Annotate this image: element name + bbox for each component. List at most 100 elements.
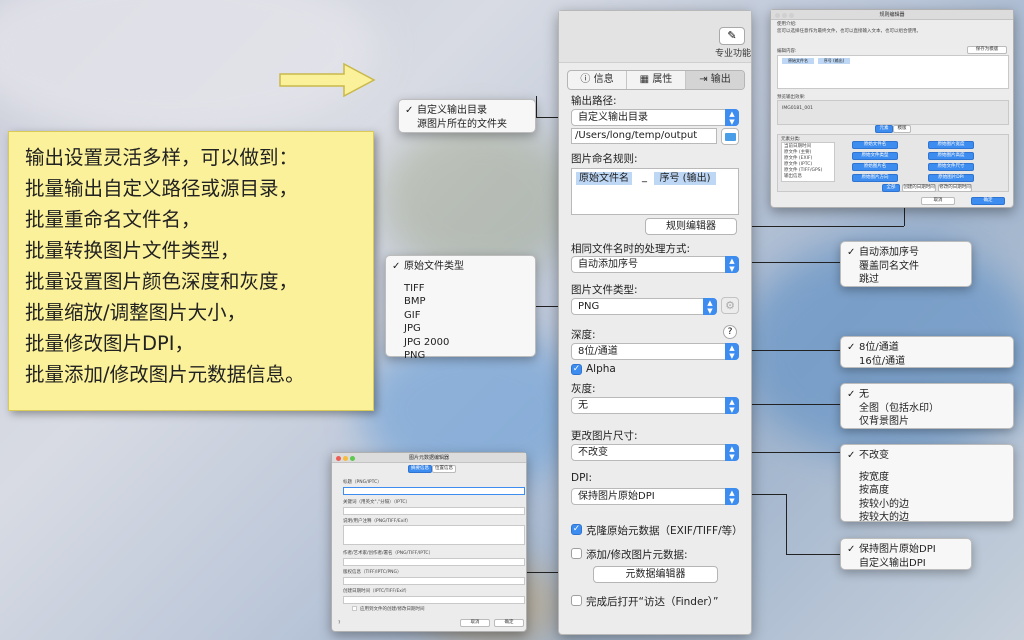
gray-select[interactable]: 无 ▲ ▼ xyxy=(571,397,739,414)
zoom-icon[interactable] xyxy=(789,13,794,18)
element-button[interactable]: 原始文件名 xyxy=(852,141,898,149)
menu-item[interactable]: ✓ 8位/通道 xyxy=(841,341,1013,355)
menu-item[interactable]: 全图（包括水印） xyxy=(841,402,1013,416)
menu-item[interactable]: 按高度 xyxy=(841,484,1013,498)
depth-select[interactable]: 8位/通道 ▲ ▼ xyxy=(571,343,739,360)
menu-item[interactable]: ✓ 自动添加序号 xyxy=(841,246,971,260)
minimize-icon[interactable] xyxy=(343,456,348,461)
author-field[interactable] xyxy=(343,558,525,566)
menu-item[interactable]: 自定义输出DPI xyxy=(841,557,971,571)
category-item[interactable]: 输出信息 xyxy=(784,173,802,179)
menu-item[interactable]: 仅背景图片 xyxy=(841,415,1013,429)
filter-created-button[interactable]: 创建的日期时间 xyxy=(902,184,936,192)
filetype-select[interactable]: PNG ▲ ▼ xyxy=(571,298,717,315)
add-meta-checkbox[interactable] xyxy=(571,548,582,559)
cancel-button[interactable]: 取消 xyxy=(921,197,955,205)
menu-item[interactable]: JPG 2000 xyxy=(386,336,535,350)
output-path-field[interactable]: /Users/long/temp/output xyxy=(571,128,717,144)
tab-summary[interactable]: 摘要信息 xyxy=(408,465,432,473)
cancel-button[interactable]: 取消 xyxy=(460,619,490,627)
title-field[interactable] xyxy=(343,487,525,495)
element-button[interactable]: 原始图片方向 xyxy=(852,174,898,182)
menu-item-label: 原始文件类型 xyxy=(404,261,464,272)
metadata-editor-window: 图片元数据编辑器 摘要信息 位置信息 标题（PNG/IPTC） 关键词（用英文"… xyxy=(331,452,527,632)
menu-item[interactable]: ✓ 原始文件类型 xyxy=(386,260,535,274)
tab-location[interactable]: 位置信息 xyxy=(432,465,456,473)
filter-all-button[interactable]: 全部 xyxy=(882,184,900,192)
close-icon[interactable] xyxy=(336,456,341,461)
menu-item[interactable]: JPG xyxy=(386,322,535,336)
menu-item[interactable]: 16位/通道 xyxy=(841,355,1013,369)
description-field[interactable] xyxy=(343,525,525,545)
pro-features-button[interactable]: ✎ xyxy=(719,27,745,45)
tab-templates[interactable]: 模版 xyxy=(893,125,911,133)
rule-token[interactable]: 原始文件名 xyxy=(576,172,632,185)
menu-item[interactable]: 源图片所在的文件夹 xyxy=(399,118,535,132)
menu-item[interactable]: 按较大的边 xyxy=(841,511,1013,525)
connector-line xyxy=(786,494,787,554)
filetype-value: PNG xyxy=(578,301,600,312)
element-button[interactable]: 原始图片宽度 xyxy=(928,141,974,149)
elements-area: 元素分类: 当前日期时间 原文件 (主要) 原文件 (EXIF) 原文件 (IP… xyxy=(777,134,1009,192)
dpi-select[interactable]: 保持图片原始DPI ▲ ▼ xyxy=(571,488,739,505)
rule-editor-button[interactable]: 规则编辑器 xyxy=(645,218,737,235)
alpha-checkbox[interactable]: ✓ xyxy=(571,364,582,375)
menu-item[interactable]: ✓ 不改变 xyxy=(841,449,1013,463)
minimize-icon[interactable] xyxy=(782,13,787,18)
choose-folder-button[interactable] xyxy=(721,128,739,145)
menu-item[interactable]: 按宽度 xyxy=(841,471,1013,485)
close-icon[interactable] xyxy=(775,13,780,18)
menu-item[interactable]: ✓ 无 xyxy=(841,388,1013,402)
resize-value: 不改变 xyxy=(578,447,608,458)
filetype-settings-button[interactable]: ⚙ xyxy=(721,297,739,314)
menu-item[interactable]: BMP xyxy=(386,295,535,309)
element-button[interactable]: 原始图片高度 xyxy=(928,152,974,160)
open-finder-checkbox[interactable] xyxy=(571,595,582,606)
filter-modified-button[interactable]: 修改的日期时间 xyxy=(938,184,972,192)
connector-line xyxy=(536,306,558,307)
resize-select[interactable]: 不改变 ▲ ▼ xyxy=(571,444,739,461)
clone-meta-checkbox[interactable]: ✓ xyxy=(571,524,582,535)
chevron-updown-icon: ▲ ▼ xyxy=(725,343,739,360)
tab-info[interactable]: ⓘ 信息 xyxy=(568,71,627,89)
connector-line xyxy=(752,262,840,263)
menu-item[interactable]: GIF xyxy=(386,309,535,323)
tab-output[interactable]: ⇥ 输出 xyxy=(686,71,744,89)
tab-elements[interactable]: 元素 xyxy=(875,125,893,133)
element-button[interactable]: 原始图片DPI xyxy=(928,174,974,182)
menu-item[interactable]: TIFF xyxy=(386,282,535,296)
menu-item[interactable]: 覆盖同名文件 xyxy=(841,260,971,274)
datetime-field[interactable] xyxy=(343,596,525,604)
save-template-button[interactable]: 保存为模版 xyxy=(967,46,1007,54)
rule-token[interactable]: 原始文件名 xyxy=(782,58,814,64)
menu-item[interactable]: ✓ 保持图片原始DPI xyxy=(841,543,971,557)
copyright-field[interactable] xyxy=(343,577,525,585)
menu-item[interactable]: 跳过 xyxy=(841,273,971,287)
ok-button[interactable]: 确定 xyxy=(494,619,524,627)
menu-item[interactable]: ✓ 自定义输出目录 xyxy=(399,104,535,118)
element-button[interactable]: 原始文件类型 xyxy=(852,152,898,160)
rule-edit-field[interactable]: 原始文件名 序号 (输出) xyxy=(777,55,1009,89)
rule-token[interactable]: 序号 (输出) xyxy=(654,172,716,185)
keywords-field[interactable] xyxy=(343,507,525,515)
naming-rule-field[interactable]: 原始文件名 _ 序号 (输出) xyxy=(571,168,739,215)
window-titlebar: 规则编辑器 xyxy=(771,10,1013,20)
menu-item[interactable]: 按较小的边 xyxy=(841,498,1013,512)
depth-popup: ✓ 8位/通道 16位/通道 xyxy=(840,336,1014,368)
element-button[interactable]: 原始图片名 xyxy=(852,163,898,171)
connector-line xyxy=(536,96,537,117)
rule-token[interactable]: 序号 (输出) xyxy=(818,58,850,64)
element-category-list[interactable]: 当前日期时间 原文件 (主要) 原文件 (EXIF) 原文件 (IPTC) 原文… xyxy=(781,142,835,182)
apply-date-checkbox[interactable] xyxy=(352,606,357,611)
ok-button[interactable]: 确定 xyxy=(971,197,1005,205)
output-path-popup: ✓ 自定义输出目录 源图片所在的文件夹 xyxy=(398,99,536,133)
element-button[interactable]: 原始文件尺寸 xyxy=(928,163,974,171)
help-button[interactable]: ? xyxy=(723,325,737,339)
meta-editor-button[interactable]: 元数据编辑器 xyxy=(593,566,718,583)
zoom-icon[interactable] xyxy=(350,456,355,461)
menu-item[interactable]: PNG xyxy=(386,349,535,363)
same-name-select[interactable]: 自动添加序号 ▲ ▼ xyxy=(571,256,739,273)
tab-properties[interactable]: ▦ 属性 xyxy=(627,71,686,89)
output-path-select[interactable]: 自定义输出目录 ▲ ▼ xyxy=(571,109,739,126)
help-button[interactable]: ? xyxy=(338,621,340,626)
